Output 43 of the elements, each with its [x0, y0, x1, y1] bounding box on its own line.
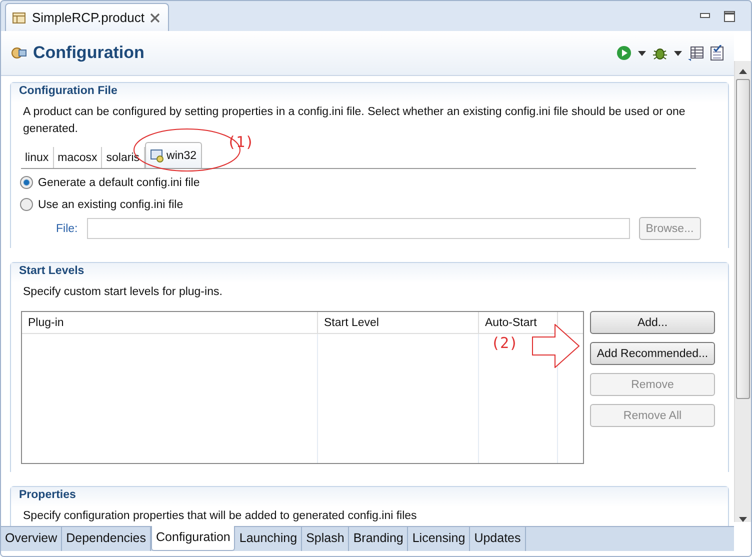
section-description: Specify configuration properties that will be added to generated config.ini files — [22, 509, 418, 524]
column-header[interactable]: Plug-in — [22, 312, 318, 334]
annotation-label: (2) — [491, 334, 518, 352]
page-tab[interactable]: Overview — [1, 527, 62, 551]
tab-title: SimpleRCP.product — [32, 10, 144, 25]
table-button[interactable]: Add Recommended... — [590, 342, 715, 365]
section-description: Specify custom start levels for plug-ins. — [22, 285, 224, 300]
page-tab[interactable]: Branding — [349, 527, 408, 551]
monitor-icon — [150, 148, 164, 162]
scroll-down-icon[interactable] — [739, 517, 747, 522]
table-icon[interactable] — [688, 45, 704, 61]
scroll-up-icon[interactable] — [739, 69, 747, 74]
column-header[interactable]: Auto-Start — [479, 312, 558, 334]
page-tab[interactable]: Launching — [235, 527, 302, 551]
radio-button[interactable] — [20, 198, 33, 211]
page-title: Configuration — [33, 43, 144, 63]
os-tab[interactable]: linux — [21, 147, 54, 168]
page-tab[interactable]: Splash — [302, 527, 350, 551]
product-icon — [12, 10, 26, 24]
os-tab[interactable]: macosx — [54, 147, 102, 168]
page-tab[interactable]: Updates — [470, 527, 526, 551]
minimize-icon[interactable] — [700, 13, 710, 19]
section-description: A product can be configured by setting properties in a config.ini file. Select whether an existing config.ini file should be used or one generated. — [22, 105, 686, 136]
plugin-icon — [11, 45, 27, 61]
column-header[interactable]: Start Level — [318, 312, 479, 334]
dropdown-icon[interactable] — [674, 50, 682, 56]
radio-button[interactable] — [20, 176, 33, 189]
file-field[interactable] — [86, 218, 630, 239]
maximize-icon[interactable] — [724, 10, 735, 22]
table-button[interactable]: Add... — [590, 311, 715, 334]
page-tab[interactable]: Licensing — [408, 527, 470, 551]
scroll-thumb[interactable] — [736, 79, 750, 399]
checklist-icon[interactable] — [710, 45, 724, 61]
os-tab[interactable]: win32 — [144, 142, 202, 168]
radio-option[interactable]: Use an existing config.ini file — [20, 196, 728, 213]
page-tab[interactable]: Configuration — [151, 526, 236, 551]
run-icon[interactable] — [616, 45, 632, 61]
close-icon[interactable] — [150, 12, 160, 22]
dropdown-icon[interactable] — [638, 50, 646, 56]
radio-option[interactable]: Generate a default config.ini file — [20, 174, 728, 191]
scrollbar[interactable] — [734, 61, 751, 522]
editor-tab[interactable]: SimpleRCP.product — [5, 3, 170, 31]
file-label: File: — [56, 222, 78, 234]
